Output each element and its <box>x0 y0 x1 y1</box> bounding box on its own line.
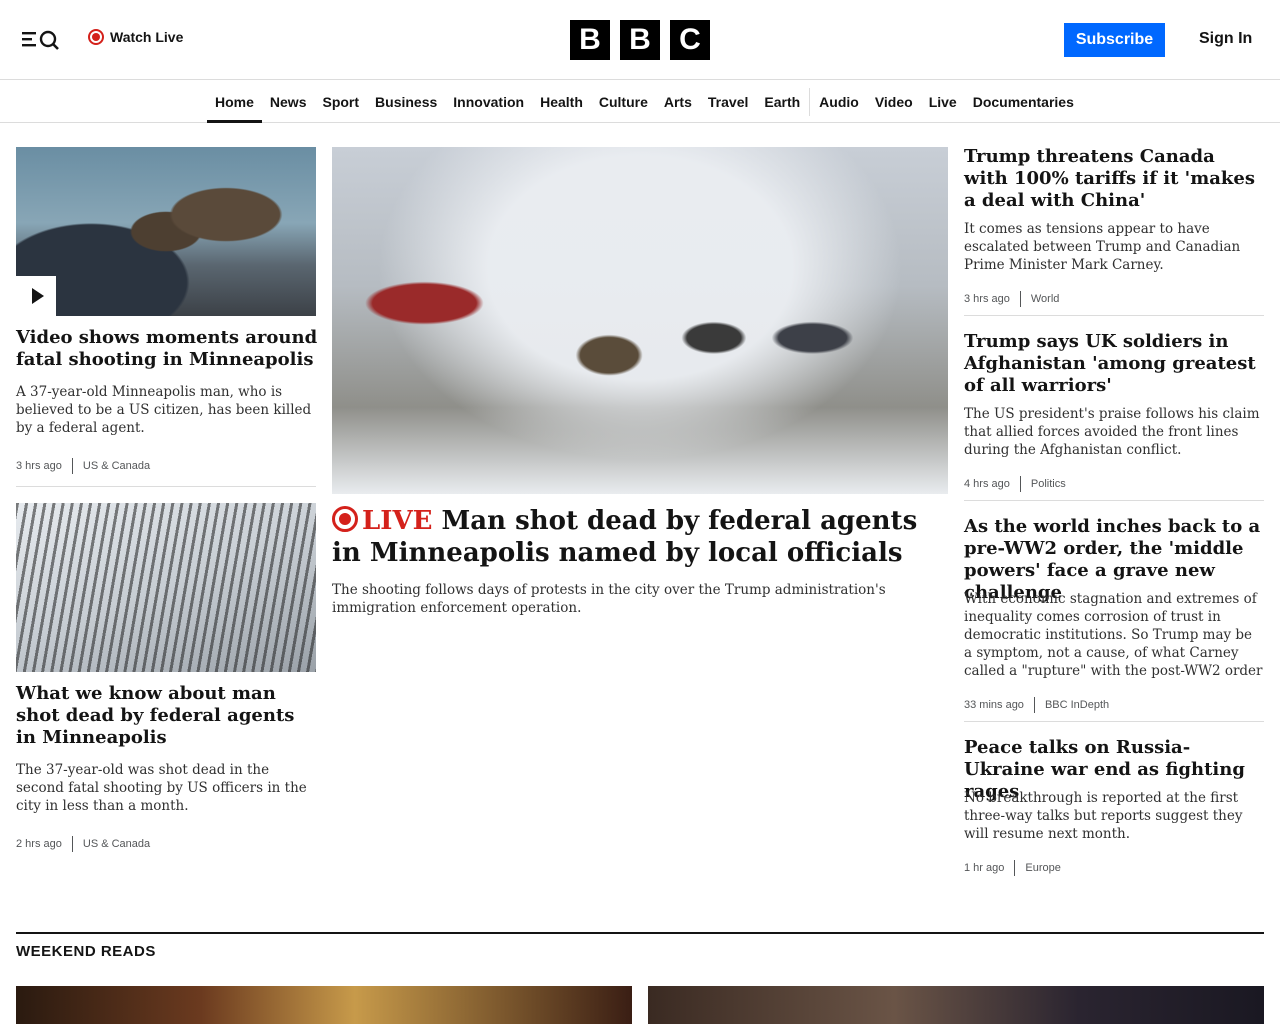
watch-live-button[interactable]: Watch Live <box>88 29 183 45</box>
nav-documentaries[interactable]: Documentaries <box>965 81 1082 123</box>
story-image-minneapolis-video[interactable] <box>16 147 316 316</box>
meta-divider <box>1014 860 1016 876</box>
weekend-story-image-1[interactable] <box>16 986 632 1024</box>
story-section-link[interactable]: Politics <box>1031 478 1066 490</box>
story-section-link[interactable]: BBC InDepth <box>1045 699 1109 711</box>
nav-travel[interactable]: Travel <box>700 81 756 123</box>
story-summary: The US president's praise follows his cl… <box>964 406 1260 458</box>
nav-health[interactable]: Health <box>532 81 591 123</box>
lead-summary: The shooting follows days of protests in… <box>332 582 886 616</box>
story-meta: 3 hrs ago US & Canada <box>16 458 150 474</box>
story-time: 4 hrs ago <box>964 478 1010 490</box>
live-label: LIVE <box>362 506 433 536</box>
story-summary: With economic stagnation and extremes of… <box>964 591 1263 679</box>
story-summary: It comes as tensions appear to have esca… <box>964 221 1241 273</box>
story-headline[interactable]: Trump says UK soldiers in Afghanistan 'a… <box>964 331 1264 397</box>
weekend-story-image-2[interactable] <box>648 986 1264 1024</box>
nav-sport[interactable]: Sport <box>314 81 367 123</box>
divider <box>964 315 1264 316</box>
story-time: 1 hr ago <box>964 862 1005 874</box>
story-time: 2 hrs ago <box>16 838 62 850</box>
story-meta: 1 hr ago Europe <box>964 860 1061 876</box>
story-time: 3 hrs ago <box>16 460 62 472</box>
section-rule <box>16 932 1264 934</box>
divider <box>16 486 316 487</box>
divider <box>964 721 1264 722</box>
story-time: 3 hrs ago <box>964 293 1010 305</box>
story-section-link[interactable]: World <box>1031 293 1060 305</box>
nav-news[interactable]: News <box>262 81 315 123</box>
story-summary: The 37-year-old was shot dead in the sec… <box>16 762 307 814</box>
story-summary: No breakthrough is reported at the first… <box>964 790 1243 842</box>
logo-letter-c: C <box>670 20 710 60</box>
story-headline[interactable]: What we know about man shot dead by fede… <box>16 683 312 749</box>
story-headline[interactable]: Trump threatens Canada with 100% tariffs… <box>964 146 1264 212</box>
logo-letter-b1: B <box>570 20 610 60</box>
play-icon[interactable] <box>16 276 56 316</box>
live-dot-icon <box>88 29 104 45</box>
logo-letter-b2: B <box>620 20 660 60</box>
meta-divider <box>71 458 73 474</box>
nav-business[interactable]: Business <box>367 81 445 123</box>
meta-divider <box>1019 476 1021 492</box>
nav-innovation[interactable]: Innovation <box>445 81 532 123</box>
nav-culture[interactable]: Culture <box>591 81 656 123</box>
section-title-weekend-reads: WEEKEND READS <box>16 943 156 960</box>
meta-divider <box>71 836 73 852</box>
masthead: Watch Live B B C Subscribe Sign In <box>0 0 1280 80</box>
story-image-aerial-crowd[interactable] <box>16 503 316 672</box>
meta-divider <box>1033 697 1035 713</box>
lead-headline[interactable]: LIVE Man shot dead by federal agents in … <box>332 505 948 569</box>
story-meta: 3 hrs ago World <box>964 291 1059 307</box>
main-nav: Home News Sport Business Innovation Heal… <box>0 81 1280 123</box>
lead-story-image[interactable] <box>332 147 948 494</box>
nav-divider <box>809 88 811 116</box>
live-icon <box>332 506 358 532</box>
story-time: 33 mins ago <box>964 699 1024 711</box>
story-meta: 2 hrs ago US & Canada <box>16 836 150 852</box>
menu-search-icon[interactable] <box>20 28 62 50</box>
story-section-link[interactable]: Europe <box>1025 862 1060 874</box>
story-summary: A 37-year-old Minneapolis man, who is be… <box>16 384 312 436</box>
nav-home[interactable]: Home <box>207 81 262 123</box>
watch-live-label: Watch Live <box>110 29 184 45</box>
nav-live[interactable]: Live <box>921 81 965 123</box>
divider <box>964 500 1264 501</box>
sign-in-link[interactable]: Sign In <box>1199 30 1252 48</box>
nav-arts[interactable]: Arts <box>656 81 700 123</box>
story-section-link[interactable]: US & Canada <box>83 838 150 850</box>
nav-video[interactable]: Video <box>867 81 921 123</box>
bbc-logo[interactable]: B B C <box>570 20 710 60</box>
story-headline[interactable]: Video shows moments around fatal shootin… <box>16 327 318 371</box>
nav-earth[interactable]: Earth <box>756 81 808 123</box>
subscribe-button[interactable]: Subscribe <box>1064 23 1165 57</box>
nav-audio[interactable]: Audio <box>811 81 867 123</box>
story-meta: 33 mins ago BBC InDepth <box>964 697 1109 713</box>
story-section-link[interactable]: US & Canada <box>83 460 150 472</box>
meta-divider <box>1019 291 1021 307</box>
story-meta: 4 hrs ago Politics <box>964 476 1066 492</box>
